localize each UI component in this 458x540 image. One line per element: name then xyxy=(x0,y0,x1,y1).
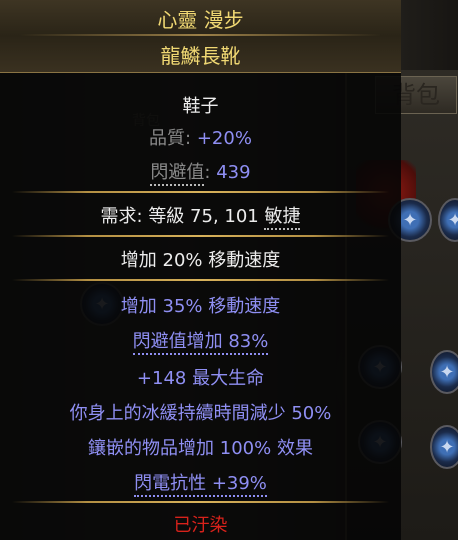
corrupted-label: 已汙染 xyxy=(173,515,228,536)
separator xyxy=(0,277,401,283)
socket-icon xyxy=(430,350,458,394)
implicit-mod: 增加 20% 移動速度 xyxy=(120,250,281,271)
explicit-mod: 增加 35% 移動速度 xyxy=(120,296,281,317)
requires-dexterity: 敏捷 xyxy=(264,206,301,230)
evasion-line: 閃避值: 439 xyxy=(0,158,401,186)
socket-icon xyxy=(438,198,458,242)
explicit-mod: 你身上的冰緩持續時間減少 50% xyxy=(69,403,332,424)
evasion-label: 閃避值 xyxy=(150,162,205,186)
explicit-mod: +148 最大生命 xyxy=(136,368,265,389)
requires-label: 需求 xyxy=(100,206,137,227)
item-class: 鞋子 xyxy=(182,96,219,117)
item-header: 心靈 漫步 龍鱗長靴 xyxy=(0,0,401,73)
evasion-value: 439 xyxy=(216,162,251,183)
separator xyxy=(0,189,401,195)
requirements-line: 需求: 等級 75, 101 敏捷 xyxy=(0,202,401,230)
quality-label: 品質 xyxy=(149,128,186,149)
item-name: 心靈 漫步 xyxy=(157,8,244,32)
separator xyxy=(0,233,401,239)
quality-value: +20% xyxy=(196,128,252,149)
explicit-mod: 鑲嵌的物品增加 100% 效果 xyxy=(88,438,313,459)
separator xyxy=(0,499,401,505)
item-tooltip: 心靈 漫步 龍鱗長靴 鞋子 品質: +20% 閃避值: 439 需求: 等級 7… xyxy=(0,0,401,540)
explicit-mod: 閃避值增加 83% xyxy=(0,327,401,355)
requires-level: 等級 75, 101 xyxy=(148,206,259,227)
quality-line: 品質: +20% xyxy=(149,128,252,149)
explicit-mod: 閃電抗性 +39% xyxy=(0,469,401,497)
socket-icon xyxy=(430,425,458,469)
item-base-type: 龍鱗長靴 xyxy=(160,44,241,68)
header-divider xyxy=(20,34,381,36)
